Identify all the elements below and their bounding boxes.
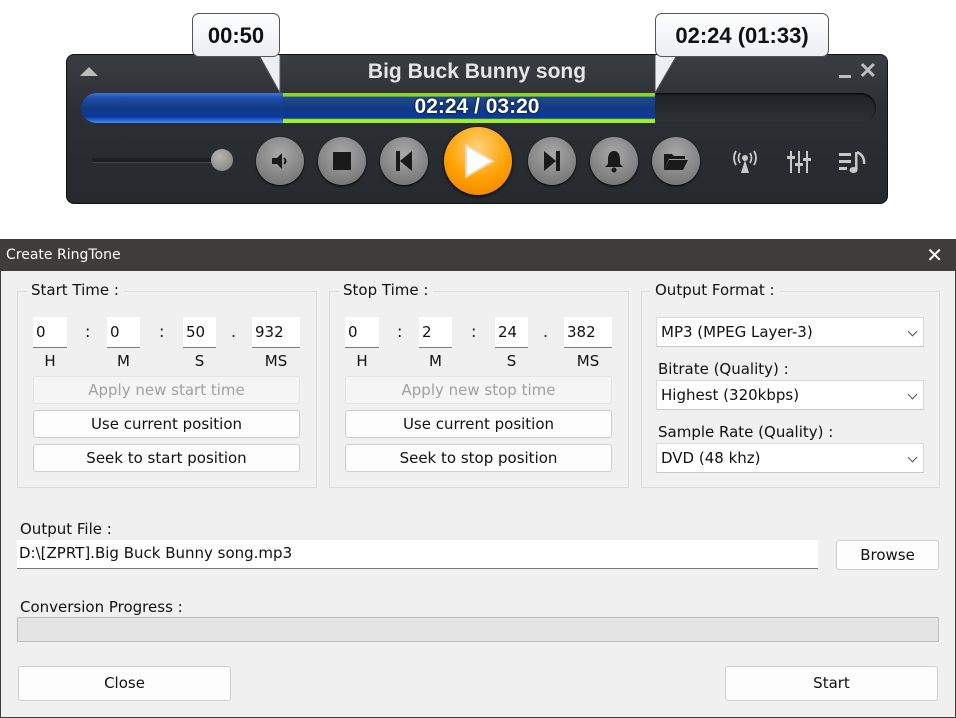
sample-rate-select[interactable]: DVD (48 khz)	[656, 443, 924, 473]
separator: :	[85, 322, 91, 341]
start-minute-field[interactable]: 0	[107, 317, 140, 348]
separator: :	[159, 322, 165, 341]
start-time-bubble: 00:50	[192, 13, 280, 57]
start-button[interactable]: Start	[725, 666, 938, 701]
mute-button[interactable]	[256, 137, 304, 185]
dialog-close-icon[interactable]: ✕	[926, 240, 943, 271]
apply-start-time-button[interactable]: Apply new start time	[33, 376, 300, 404]
stop-hour-field[interactable]: 0	[345, 317, 379, 348]
separator: :	[471, 322, 477, 341]
equalizer-button[interactable]	[783, 147, 815, 177]
seek-to-stop-button[interactable]: Seek to stop position	[345, 444, 612, 472]
second-unit-label: S	[194, 352, 205, 370]
start-hour-field[interactable]: 0	[33, 317, 67, 348]
bitrate-select-value: Highest (320kbps)	[661, 386, 800, 404]
seek-to-start-button[interactable]: Seek to start position	[33, 444, 300, 472]
sample-rate-select-value: DVD (48 khz)	[661, 449, 761, 467]
output-file-label: Output File :	[20, 520, 112, 538]
second-unit-label: S	[506, 352, 517, 370]
previous-icon	[396, 151, 412, 171]
format-select[interactable]: MP3 (MPEG Layer-3)	[656, 317, 924, 347]
hour-unit-label: H	[356, 352, 368, 370]
start-second-field[interactable]: 50	[183, 317, 216, 348]
chevron-down-icon	[907, 326, 918, 337]
separator: .	[231, 322, 237, 341]
volume-slider[interactable]	[92, 158, 222, 162]
bitrate-select[interactable]: Highest (320kbps)	[656, 380, 924, 410]
browse-button[interactable]: Browse	[836, 540, 939, 570]
stop-ms-field[interactable]: 382	[564, 317, 612, 348]
folder-icon	[664, 154, 688, 170]
hour-unit-label: H	[44, 352, 56, 370]
start-time-label: Start Time :	[26, 281, 124, 299]
start-bubble-tail	[258, 55, 281, 94]
chevron-down-icon	[907, 452, 918, 463]
time-display: 02:24 / 03:20	[414, 95, 540, 118]
minimize-icon[interactable]	[839, 75, 851, 78]
stop-time-group: Stop Time : 0 : 2 : 24 . 382 H M S MS Ap…	[329, 281, 629, 488]
ms-unit-label: MS	[576, 352, 600, 370]
stop-minute-field[interactable]: 2	[419, 317, 452, 348]
stop-icon	[333, 152, 351, 170]
output-format-group: Output Format : MP3 (MPEG Layer-3) Bitra…	[641, 281, 940, 488]
stop-button[interactable]	[318, 137, 366, 185]
use-current-position-start-button[interactable]: Use current position	[33, 410, 300, 438]
broadcast-button[interactable]	[729, 147, 761, 177]
equalizer-icon	[787, 151, 811, 173]
stop-time-label: Stop Time :	[338, 281, 434, 299]
stop-second-field[interactable]: 24	[495, 317, 528, 348]
start-ms-field[interactable]: 932	[252, 317, 300, 348]
output-format-label: Output Format :	[650, 281, 780, 299]
apply-stop-time-button[interactable]: Apply new stop time	[345, 376, 612, 404]
broadcast-icon	[733, 150, 757, 173]
chevron-down-icon	[907, 389, 918, 400]
output-file-input[interactable]: D:\[ZPRT].Big Buck Bunny song.mp3	[17, 540, 818, 569]
next-button[interactable]	[528, 137, 576, 185]
open-button[interactable]	[652, 137, 700, 185]
use-current-position-stop-button[interactable]: Use current position	[345, 410, 612, 438]
minute-unit-label: M	[429, 352, 442, 370]
player-close-icon[interactable]: ✕	[859, 60, 877, 82]
sample-rate-label: Sample Rate (Quality) :	[658, 423, 834, 441]
conversion-progress-label: Conversion Progress :	[20, 598, 183, 616]
stop-time-bubble: 02:24 (01:33)	[655, 13, 829, 57]
bitrate-label: Bitrate (Quality) :	[658, 360, 789, 378]
play-button[interactable]	[444, 127, 512, 195]
playlist-button[interactable]	[837, 147, 869, 177]
player-title: Big Buck Bunny song	[367, 60, 587, 83]
volume-knob[interactable]	[211, 149, 233, 171]
stop-bubble-tail	[655, 55, 678, 94]
dialog-titlebar: Create RingTone ✕	[1, 240, 955, 271]
conversion-progress-bar	[17, 617, 939, 642]
create-ringtone-dialog: Create RingTone ✕ Start Time : 0 : 0 : 5…	[0, 239, 956, 718]
format-select-value: MP3 (MPEG Layer-3)	[661, 323, 813, 341]
separator: :	[397, 322, 403, 341]
next-icon	[544, 151, 560, 171]
playlist-icon	[839, 150, 866, 173]
start-time-group: Start Time : 0 : 0 : 50 . 932 H M S MS A…	[17, 281, 317, 488]
close-button[interactable]: Close	[18, 666, 231, 701]
previous-button[interactable]	[380, 137, 428, 185]
play-icon	[465, 144, 494, 178]
alarm-button[interactable]	[590, 137, 638, 185]
bell-icon	[605, 151, 623, 173]
media-player: Big Buck Bunny song ✕ 02:24 / 03:20	[66, 54, 888, 204]
minute-unit-label: M	[117, 352, 130, 370]
dialog-title: Create RingTone	[6, 247, 121, 263]
separator: .	[543, 322, 549, 341]
ms-unit-label: MS	[264, 352, 288, 370]
speaker-icon	[272, 153, 287, 169]
